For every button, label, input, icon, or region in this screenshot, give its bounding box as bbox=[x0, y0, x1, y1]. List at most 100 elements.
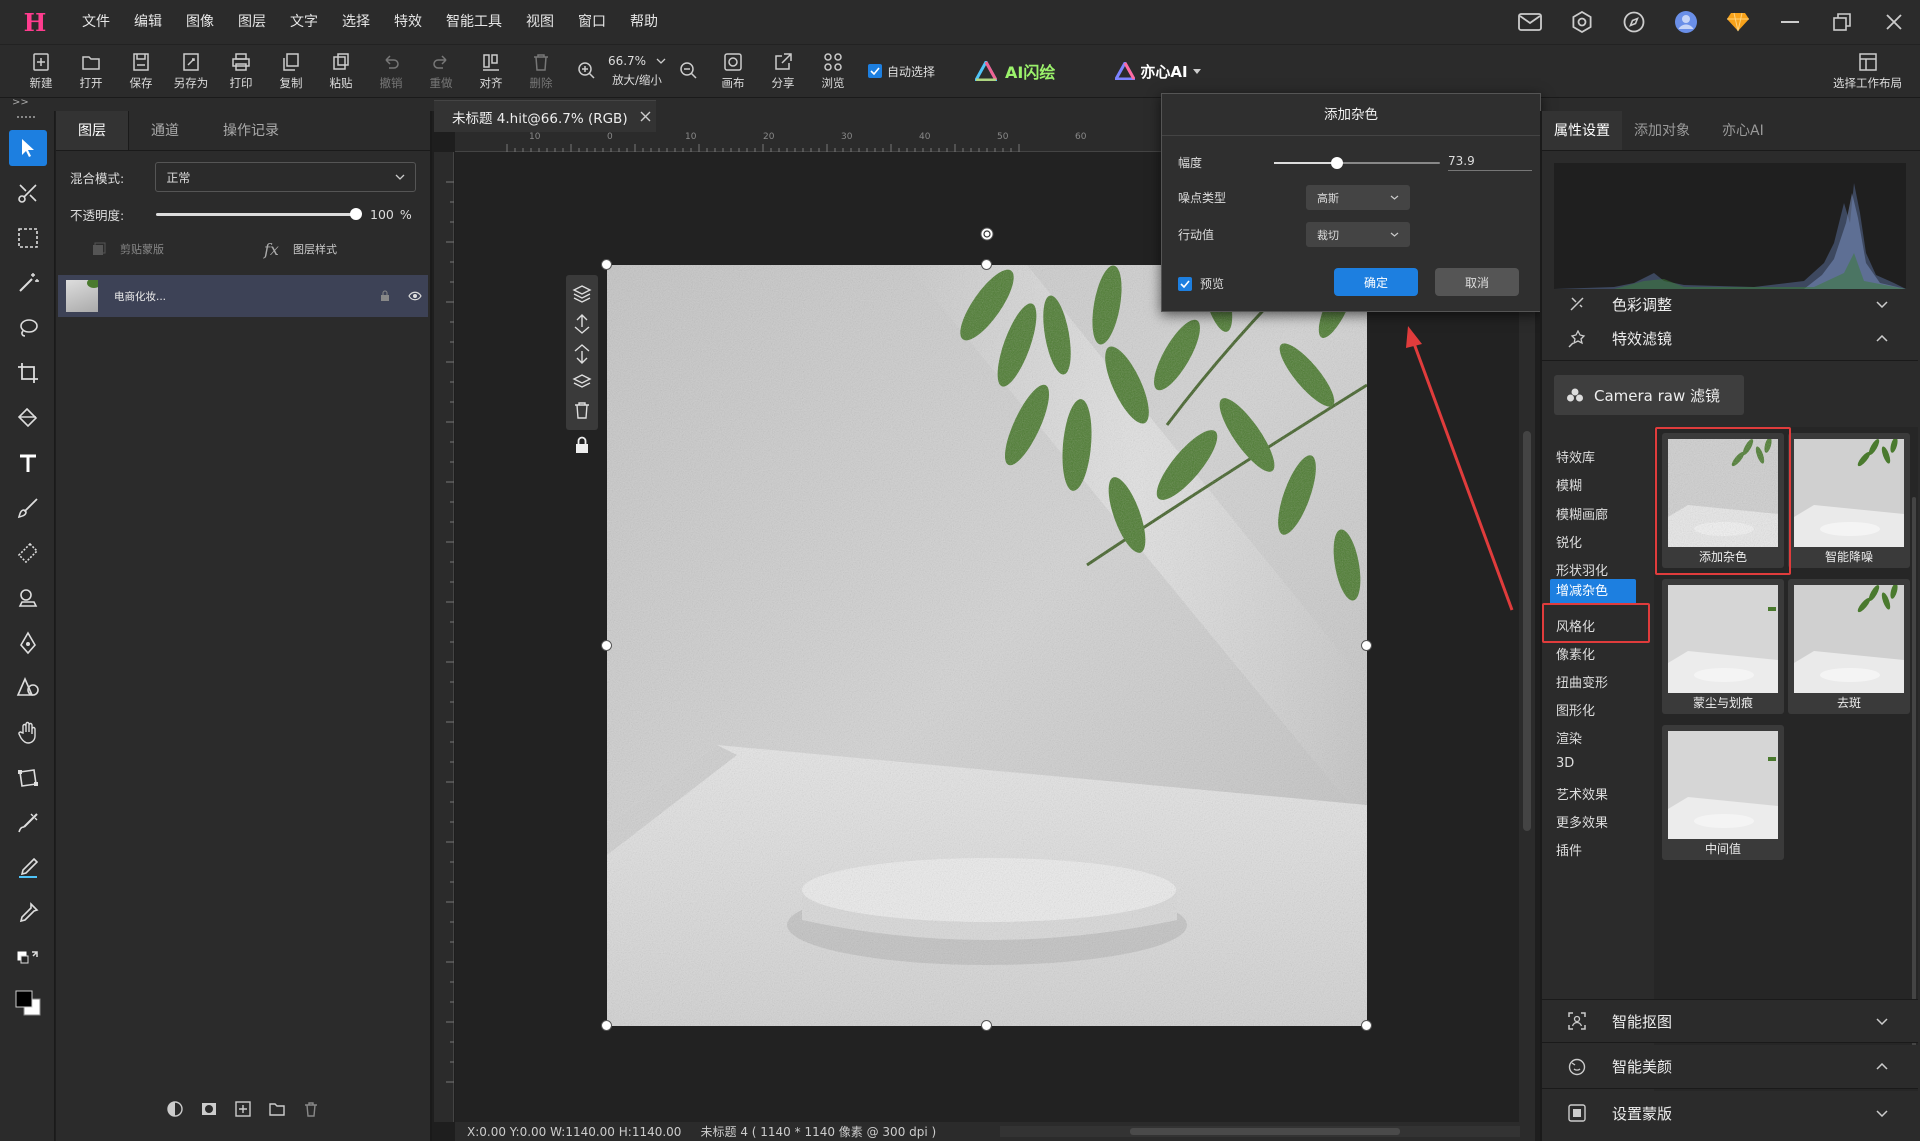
camera-raw-button[interactable]: Camera raw 滤镜 bbox=[1554, 375, 1744, 415]
hand-tool[interactable] bbox=[0, 710, 55, 755]
menu-layer[interactable]: 图层 bbox=[226, 0, 278, 44]
amount-slider-handle[interactable] bbox=[1331, 156, 1344, 169]
brush-tool[interactable] bbox=[0, 485, 55, 530]
category-plugins[interactable]: 插件 bbox=[1556, 840, 1582, 859]
smart-beauty-section[interactable]: 智能美颜 bbox=[1542, 1045, 1918, 1089]
tab-history[interactable]: 操作记录 bbox=[201, 111, 301, 150]
send-backward-icon[interactable] bbox=[571, 343, 593, 365]
category-distort[interactable]: 扭曲变形 bbox=[1556, 672, 1608, 691]
healing-brush-tool[interactable] bbox=[0, 800, 55, 845]
text-tool[interactable] bbox=[0, 440, 55, 485]
category-sharpen[interactable]: 锐化 bbox=[1556, 532, 1582, 551]
paint-bucket-tool[interactable] bbox=[0, 395, 55, 440]
rotate-handle-icon[interactable] bbox=[980, 227, 994, 241]
filter-thumb-median[interactable]: 中间值 bbox=[1662, 725, 1784, 860]
menu-smart-tools[interactable]: 智能工具 bbox=[434, 0, 514, 44]
menu-help[interactable]: 帮助 bbox=[618, 0, 670, 44]
undo-button[interactable]: 撤销 bbox=[366, 46, 416, 96]
amount-slider[interactable] bbox=[1274, 156, 1440, 169]
canvas-button[interactable]: 画布 bbox=[708, 46, 758, 96]
noise-type-select[interactable]: 高斯 bbox=[1306, 185, 1410, 210]
share-button[interactable]: 分享 bbox=[758, 46, 808, 96]
yixin-ai-button[interactable]: 亦心AI bbox=[1115, 61, 1201, 82]
expand-icon[interactable]: >> bbox=[12, 97, 29, 108]
restore-icon[interactable] bbox=[1816, 0, 1868, 44]
tab-channels[interactable]: 通道 bbox=[129, 111, 201, 150]
mail-icon[interactable] bbox=[1504, 0, 1556, 44]
lasso-tool[interactable] bbox=[0, 305, 55, 350]
smart-cutout-section[interactable]: 智能抠图 bbox=[1542, 999, 1918, 1043]
eyedropper-tool[interactable] bbox=[0, 890, 55, 935]
close-tab-icon[interactable] bbox=[640, 111, 651, 122]
category-artistic[interactable]: 艺术效果 bbox=[1556, 784, 1608, 803]
crop-tool[interactable] bbox=[0, 350, 55, 395]
tab-yixin-ai[interactable]: 亦心AI bbox=[1702, 111, 1776, 150]
category-stylize[interactable]: 风格化 bbox=[1556, 616, 1595, 635]
save-as-button[interactable]: 另存为 bbox=[166, 46, 216, 96]
scrollbar-thumb[interactable] bbox=[1130, 1128, 1400, 1135]
preview-checkbox[interactable]: 预览 bbox=[1178, 275, 1224, 292]
copy-button[interactable]: 复制 bbox=[266, 46, 316, 96]
shape-tool[interactable] bbox=[0, 665, 55, 710]
menu-effects[interactable]: 特效 bbox=[382, 0, 434, 44]
menu-edit[interactable]: 编辑 bbox=[122, 0, 174, 44]
panel-scrollbar[interactable] bbox=[1912, 497, 1916, 1067]
filter-thumb-smart-denoise[interactable]: 智能降噪 bbox=[1788, 433, 1910, 568]
save-button[interactable]: 保存 bbox=[116, 46, 166, 96]
transform-handle[interactable] bbox=[1361, 640, 1372, 651]
magic-wand-tool[interactable] bbox=[0, 260, 55, 305]
eraser-tool[interactable] bbox=[0, 530, 55, 575]
grip-icon[interactable] bbox=[0, 111, 54, 125]
category-shape-feather[interactable]: 形状羽化 bbox=[1556, 560, 1608, 579]
new-button[interactable]: 新建 bbox=[16, 46, 66, 96]
color-swatches[interactable] bbox=[0, 980, 55, 1025]
opacity-value[interactable]: 100 bbox=[370, 207, 394, 222]
cancel-button[interactable]: 取消 bbox=[1435, 268, 1519, 296]
layer-item[interactable]: 电商化妆... bbox=[58, 275, 428, 317]
filter-thumb-add-noise[interactable]: 添加杂色 bbox=[1662, 433, 1784, 568]
new-layer-icon[interactable] bbox=[235, 1101, 251, 1117]
redo-button[interactable]: 重做 bbox=[416, 46, 466, 96]
menu-select[interactable]: 选择 bbox=[330, 0, 382, 44]
dodge-tool[interactable] bbox=[0, 845, 55, 890]
tab-layers[interactable]: 图层 bbox=[56, 111, 129, 150]
pen-tool[interactable] bbox=[0, 620, 55, 665]
fx-icon[interactable]: fx bbox=[264, 240, 279, 259]
menu-view[interactable]: 视图 bbox=[514, 0, 566, 44]
clone-stamp-tool[interactable] bbox=[0, 575, 55, 620]
lock-icon[interactable] bbox=[574, 436, 590, 454]
category-noise[interactable]: 增减杂色 bbox=[1550, 579, 1636, 605]
menu-window[interactable]: 窗口 bbox=[566, 0, 618, 44]
adjustment-icon[interactable] bbox=[167, 1101, 183, 1117]
auto-select-checkbox[interactable]: 自动选择 bbox=[868, 63, 935, 80]
transform-handle[interactable] bbox=[1361, 1020, 1372, 1031]
filter-thumb-dust-scratches[interactable]: 蒙尘与划痕 bbox=[1662, 579, 1784, 714]
trash-icon[interactable] bbox=[303, 1101, 319, 1117]
avatar[interactable] bbox=[1660, 0, 1712, 44]
transform-handle[interactable] bbox=[601, 259, 612, 270]
layer-name[interactable]: 电商化妆... bbox=[114, 289, 166, 304]
category-blur[interactable]: 模糊 bbox=[1556, 475, 1582, 494]
set-mask-section[interactable]: 设置蒙版 bbox=[1542, 1091, 1918, 1135]
transform-handle[interactable] bbox=[601, 1020, 612, 1031]
blend-mode-select[interactable]: 正常 bbox=[155, 162, 416, 192]
align-button[interactable]: 对齐 bbox=[466, 46, 516, 96]
ok-button[interactable]: 确定 bbox=[1334, 268, 1418, 296]
horizontal-scrollbar[interactable] bbox=[1000, 1126, 1520, 1137]
transform-handle[interactable] bbox=[981, 1020, 992, 1031]
transform-handle[interactable] bbox=[981, 259, 992, 270]
category-effects-library[interactable]: 特效库 bbox=[1556, 447, 1595, 466]
marquee-tool[interactable] bbox=[0, 215, 55, 260]
action-select[interactable]: 裁切 bbox=[1306, 222, 1410, 247]
zoom-in-icon[interactable] bbox=[566, 46, 606, 96]
category-blur-gallery[interactable]: 模糊画廊 bbox=[1556, 504, 1608, 523]
ai-flash-button[interactable]: AI闪绘 bbox=[975, 59, 1055, 83]
layer-style-button[interactable]: 图层样式 bbox=[293, 241, 337, 257]
zoom-control[interactable]: 66.7% 放大/缩小 bbox=[606, 46, 668, 96]
workspace-layout-button[interactable]: 选择工作布局 bbox=[1833, 45, 1902, 98]
close-icon[interactable] bbox=[1868, 0, 1920, 44]
category-graphic[interactable]: 图形化 bbox=[1556, 700, 1595, 719]
menu-file[interactable]: 文件 bbox=[70, 0, 122, 44]
effects-filter-section[interactable]: 特效滤镜 bbox=[1542, 317, 1918, 361]
transform-handle[interactable] bbox=[601, 640, 612, 651]
